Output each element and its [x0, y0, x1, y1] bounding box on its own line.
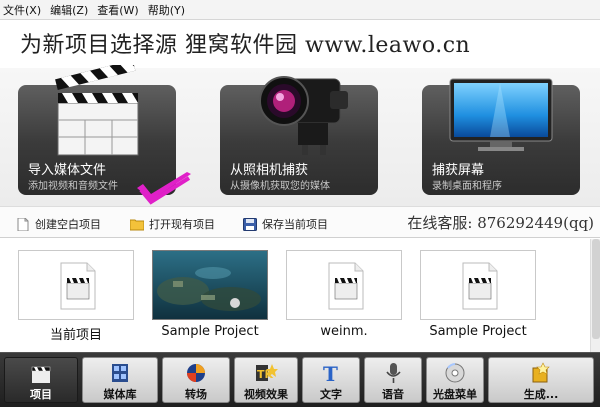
blank-document-icon	[17, 217, 29, 231]
clapperboard-icon	[462, 262, 498, 310]
clapperboard-icon	[55, 65, 139, 156]
toolbar-produce-label: 生成...	[523, 388, 559, 401]
project-thumbnail[interactable]	[152, 250, 268, 320]
toolbar-video-effects-label: 视频效果	[244, 388, 288, 401]
produce-icon	[532, 362, 550, 383]
project-thumbnail[interactable]	[18, 250, 134, 320]
main-toolbar: 项目 媒体库 转场 TK 视频效果 T 文字 语音 光盘菜单 生成...	[0, 352, 600, 407]
toolbar-disc-menu-label: 光盘菜单	[433, 388, 477, 401]
capture-camera-title: 从照相机捕获	[230, 163, 309, 178]
toolbar-disc-menu-button[interactable]: 光盘菜单	[426, 357, 484, 403]
toolbar-transition-button[interactable]: 转场	[162, 357, 230, 403]
toolbar-video-effects-button[interactable]: TK 视频效果	[234, 357, 298, 403]
project-thumbnail[interactable]	[420, 250, 536, 320]
capture-camera-subtitle: 从摄像机获取您的媒体	[230, 181, 330, 192]
project-label: 当前项目	[49, 328, 102, 343]
project-label: weinm.	[320, 324, 368, 339]
import-media-subtitle: 添加视频和音频文件	[28, 181, 118, 192]
monitor-icon	[449, 78, 553, 151]
create-blank-project-label: 创建空白项目	[35, 218, 101, 231]
toolbar-transition-label: 转场	[185, 388, 207, 401]
open-project-label: 打开现有项目	[149, 218, 215, 231]
create-blank-project-button[interactable]: 创建空白项目	[16, 216, 101, 232]
toolbar-project-button[interactable]: 项目	[4, 357, 78, 403]
project-label: Sample Project	[161, 324, 259, 339]
project-action-bar: 创建空白项目 打开现有项目 保存当前项目 在线客服: 876292449(qq)	[0, 206, 600, 238]
clapperboard-icon	[328, 262, 364, 310]
capture-camera-card[interactable]: 从照相机捕获 从摄像机获取您的媒体	[220, 76, 378, 195]
menu-edit[interactable]: 编辑(Z)	[50, 2, 88, 18]
disc-menu-icon	[445, 363, 465, 383]
online-support-text: 在线客服: 876292449(qq)	[407, 214, 594, 232]
project-label: Sample Project	[429, 324, 527, 339]
underwater-photo	[153, 251, 267, 319]
project-thumbnail[interactable]	[286, 250, 402, 320]
film-library-icon	[112, 364, 128, 382]
text-icon: T	[323, 362, 338, 384]
camcorder-icon	[259, 76, 348, 155]
checkmark-icon	[137, 172, 191, 205]
clapperboard-icon	[60, 262, 96, 310]
capture-screen-subtitle: 录制桌面和程序	[432, 181, 502, 192]
transition-icon	[187, 364, 205, 382]
svg-text:T: T	[323, 362, 338, 384]
save-project-button[interactable]: 保存当前项目	[243, 216, 328, 232]
import-media-title: 导入媒体文件	[28, 163, 107, 178]
toolbar-text-label: 文字	[320, 388, 342, 401]
save-project-label: 保存当前项目	[262, 218, 328, 231]
toolbar-media-library-label: 媒体库	[103, 388, 137, 401]
menu-bar: 文件(X) 编辑(Z) 查看(W) 帮助(Y)	[0, 0, 600, 20]
clapperboard-icon	[31, 366, 51, 383]
projects-scrollbar-thumb[interactable]	[592, 239, 600, 339]
toolbar-produce-button[interactable]: 生成...	[488, 357, 594, 403]
page-title: 为新项目选择源 狸窝软件园 www.leawo.cn	[20, 33, 471, 58]
menu-view[interactable]: 查看(W)	[97, 2, 138, 18]
open-project-button[interactable]: 打开现有项目	[130, 216, 215, 232]
capture-screen-card[interactable]: 捕获屏幕 录制桌面和程序	[422, 78, 580, 195]
microphone-icon	[386, 363, 401, 383]
toolbar-text-button[interactable]: T 文字	[302, 357, 360, 403]
toolbar-project-label: 项目	[30, 388, 52, 401]
toolbar-voice-button[interactable]: 语音	[364, 357, 422, 403]
toolbar-media-library-button[interactable]: 媒体库	[82, 357, 158, 403]
menu-help[interactable]: 帮助(Y)	[148, 2, 185, 18]
menu-file[interactable]: 文件(X)	[3, 2, 41, 18]
projects-scrollbar[interactable]	[590, 239, 600, 352]
floppy-disk-icon	[243, 217, 257, 231]
folder-icon	[130, 219, 144, 230]
toolbar-voice-label: 语音	[382, 388, 404, 401]
video-effects-icon: TK	[256, 364, 278, 381]
capture-screen-title: 捕获屏幕	[432, 163, 485, 178]
